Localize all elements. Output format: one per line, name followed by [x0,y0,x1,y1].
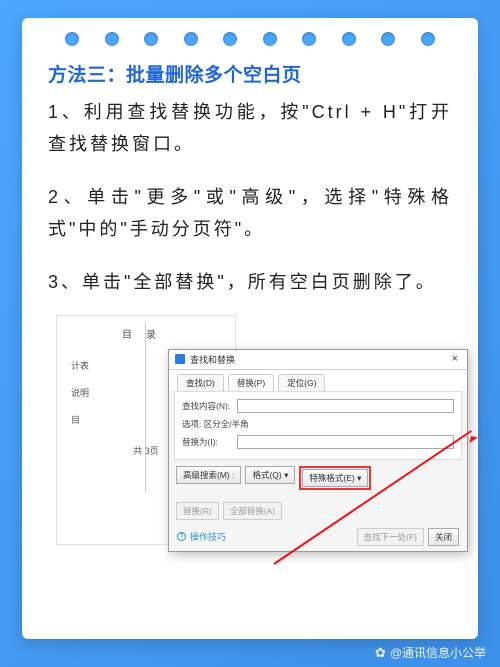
paw-icon: ✿ [375,645,386,661]
paper-card: 方法三：批量删除多个空白页 1、利用查找替换功能，按"Ctrl + H"打开查找… [22,18,478,639]
step-2: 2、单击"更多"或"高级"，选择"特殊格式"中的"手动分页符"。 [48,182,452,245]
dialog-body: 查找内容(N): 选项: 区分全/半角 替换为(I): [174,391,462,460]
format-button[interactable]: 格式(Q) ▾ [245,466,295,484]
tip-label[interactable]: 操作技巧 [190,530,226,543]
dialog-tabs: 查找(D) 替换(P) 定位(G) [169,370,467,391]
watermark: ✿ @通讯信息小公举 [375,644,486,661]
replace-button[interactable]: 替换(R) [176,502,219,520]
tab-replace[interactable]: 替换(P) [228,374,274,391]
dialog-app-icon [175,354,185,364]
doc-row-left: 计表 [71,359,89,372]
replace-all-button[interactable]: 全部替换(A) [223,502,282,520]
button-row-formats: 高级搜索(M) : 格式(Q) ▾ 特殊格式(E) ▾ [169,460,467,496]
replace-field-row: 替换为(I): [182,435,454,449]
doc-heading: 目录 [71,326,221,341]
step-3: 3、单击"全部替换"，所有空白页删除了。 [48,267,452,299]
step-1: 1、利用查找替换功能，按"Ctrl + H"打开查找替换窗口。 [48,97,452,160]
tab-find[interactable]: 查找(D) [177,374,224,391]
replace-label: 替换为(I): [182,436,232,448]
close-button[interactable]: 关闭 [428,528,459,546]
find-next-button[interactable]: 查找下一处(F) [357,528,424,546]
doc-vertical-line [145,322,146,492]
annotation-arrow [106,581,336,583]
button-row-replace: 替换(R) 全部替换(A) [169,496,467,526]
find-replace-dialog: 查找和替换 × 查找(D) 替换(P) 定位(G) 查找内容(N): 选项: 区… [168,349,468,552]
find-field-row: 查找内容(N): [182,399,454,413]
content-area: 方法三：批量删除多个空白页 1、利用查找替换功能，按"Ctrl + H"打开查找… [22,52,478,581]
binder-holes [22,32,478,46]
tab-goto[interactable]: 定位(G) [278,374,325,391]
doc-row-left: 目 [71,413,80,426]
special-format-button[interactable]: 特殊格式(E) ▾ [302,469,368,487]
dialog-footer: ? 操作技巧 查找下一处(F) 关闭 [169,526,467,551]
options-label: 选项: [182,419,201,429]
watermark-text: @通讯信息小公举 [390,644,486,661]
find-label: 查找内容(N): [182,400,232,412]
advanced-search-button[interactable]: 高级搜索(M) : [176,466,241,484]
dialog-titlebar[interactable]: 查找和替换 × [169,350,467,370]
options-value: 区分全/半角 [204,419,249,429]
dialog-title: 查找和替换 [190,353,235,366]
tip-icon: ? [177,532,186,541]
replace-input[interactable] [237,435,454,449]
find-input[interactable] [237,399,454,413]
options-row: 选项: 区分全/半角 [182,418,454,430]
special-format-highlight: 特殊格式(E) ▾ [299,466,371,490]
close-icon[interactable]: × [449,353,461,365]
method-title: 方法三：批量删除多个空白页 [48,60,452,87]
screenshot-area: 目录 计表 1 页 说明 1 页 目 1 页 共 3页 [56,321,444,581]
doc-row-left: 说明 [71,386,89,399]
